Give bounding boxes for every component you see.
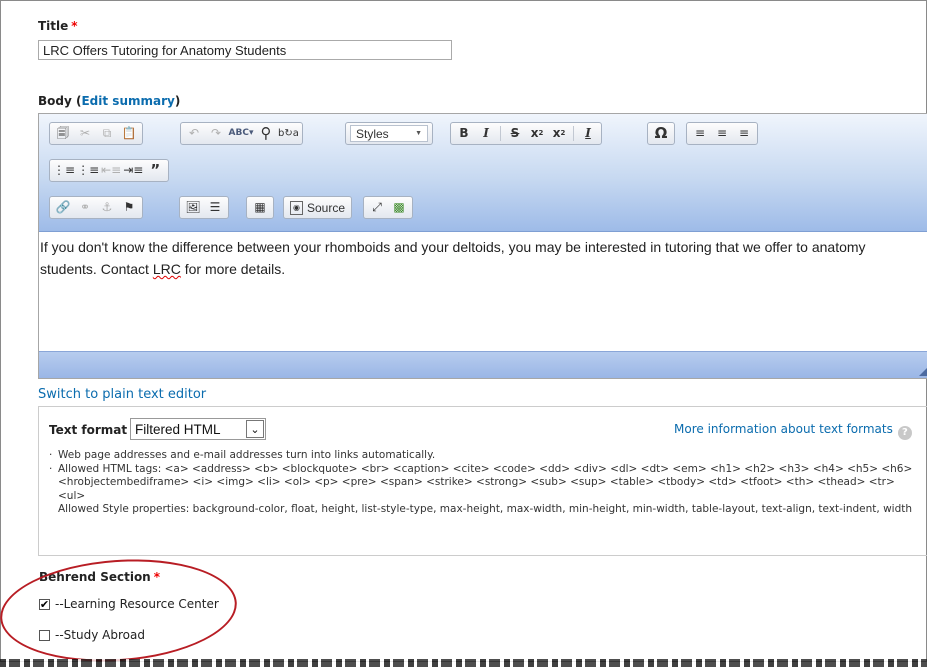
format-tips: Web page addresses and e-mail addresses … [49, 449, 917, 517]
clipboard-group: 🗐 ✂ ⧉ 📋 [49, 122, 143, 145]
source-group: ◉ Source [283, 196, 353, 219]
required-marker: * [71, 19, 78, 33]
spellcheck-icon[interactable]: ABC▾ [228, 124, 254, 143]
paste-icon[interactable]: 🗐 [53, 124, 73, 143]
tip-item: Web page addresses and e-mail addresses … [49, 449, 917, 463]
chevron-down-icon: ⌄ [246, 420, 264, 438]
align-right-icon[interactable]: ≡ [734, 124, 754, 143]
italic-icon[interactable]: I [476, 124, 496, 143]
cut-icon[interactable]: ✂ [75, 124, 95, 143]
body-label: Body (Edit summary) [38, 94, 181, 108]
help-icon[interactable]: ? [897, 426, 912, 440]
copy-icon[interactable]: ⧉ [97, 124, 117, 143]
editor-content[interactable]: If you don't know the difference between… [39, 232, 927, 352]
style-properties-text: Allowed Style properties: background-col… [58, 503, 913, 515]
special-char-group: Ω [647, 122, 675, 145]
source-icon: ◉ [290, 200, 303, 215]
text-format-select[interactable]: Filtered HTML ⌄ [130, 418, 266, 440]
content-line-1: If you don't know the difference between… [40, 239, 866, 255]
editor-toolbar: 🗐 ✂ ⧉ 📋 ↶ ↷ ABC▾ ⚲ b↻a Styles ▼ B I S x2 … [39, 114, 927, 232]
redo-icon[interactable]: ↷ [206, 124, 226, 143]
title-input[interactable] [38, 40, 452, 60]
resize-handle-icon[interactable] [919, 368, 927, 376]
outdent-icon[interactable]: ⇤≡ [101, 161, 121, 180]
text-format-label: Text format [49, 423, 128, 437]
show-blocks-icon[interactable]: ▩ [389, 198, 409, 217]
numbered-list-icon[interactable]: ⋮≡ [77, 161, 99, 180]
remove-format-icon[interactable]: I [578, 124, 598, 143]
editor-status-bar [39, 351, 927, 378]
links-group: 🔗 ⚭ ⚓ ⚑ [49, 196, 143, 219]
styles-group: Styles ▼ [345, 122, 433, 145]
more-info-link[interactable]: More information about text formats [674, 422, 893, 436]
styles-dropdown[interactable]: Styles ▼ [350, 125, 428, 142]
text-format-fieldset: Text format Filtered HTML ⌄ More informa… [38, 406, 927, 556]
superscript-icon[interactable]: x2 [549, 124, 569, 143]
bulleted-list-icon[interactable]: ⋮≡ [53, 161, 75, 180]
indent-icon[interactable]: ⇥≡ [123, 161, 143, 180]
unlink-icon[interactable]: ⚭ [75, 198, 95, 217]
subscript-icon[interactable]: x2 [527, 124, 547, 143]
basic-styles-group: B I S x2 x2 I [450, 122, 602, 145]
more-info-container: More information about text formats? [674, 422, 912, 440]
replace-icon[interactable]: b↻a [278, 124, 299, 143]
insert-group: 🖼 ☰ [179, 196, 229, 219]
maximize-icon[interactable]: ⤢ [367, 198, 387, 217]
misspelled-word[interactable]: LRC [153, 261, 181, 277]
find-icon[interactable]: ⚲ [256, 124, 276, 143]
bold-icon[interactable]: B [454, 124, 474, 143]
history-group: ↶ ↷ ABC▾ ⚲ b↻a [180, 122, 303, 145]
switch-plain-text-link[interactable]: Switch to plain text editor [38, 387, 206, 402]
list-group: ⋮≡ ⋮≡ ⇤≡ ⇥≡ ” [49, 159, 170, 182]
torn-edge-decoration [0, 659, 927, 667]
source-button[interactable]: ◉ Source [286, 198, 349, 217]
anchor-icon[interactable]: ⚓ [97, 198, 117, 217]
content-line-2: students. Contact LRC for more details. [40, 261, 286, 277]
align-group: ≡ ≡ ≡ [686, 122, 758, 145]
table-group: ▦ [246, 196, 274, 219]
paste-text-icon[interactable]: 📋 [119, 124, 139, 143]
special-char-icon[interactable]: Ω [651, 124, 671, 143]
image-icon[interactable]: 🖼 [183, 198, 203, 217]
align-center-icon[interactable]: ≡ [712, 124, 732, 143]
link-icon[interactable]: 🔗 [53, 198, 73, 217]
horizontal-rule-icon[interactable]: ☰ [205, 198, 225, 217]
tools-group: ⤢ ▩ [363, 196, 413, 219]
strikethrough-icon[interactable]: S [505, 124, 525, 143]
flag-icon[interactable]: ⚑ [119, 198, 139, 217]
blockquote-icon[interactable]: ” [145, 161, 165, 180]
table-icon[interactable]: ▦ [250, 198, 270, 217]
edit-summary-link[interactable]: Edit summary [81, 94, 174, 108]
undo-icon[interactable]: ↶ [184, 124, 204, 143]
rich-text-editor: 🗐 ✂ ⧉ 📋 ↶ ↷ ABC▾ ⚲ b↻a Styles ▼ B I S x2 … [38, 113, 927, 379]
tip-item: Allowed HTML tags: <a> <address> <b> <bl… [49, 463, 917, 517]
align-left-icon[interactable]: ≡ [690, 124, 710, 143]
title-label: Title * [38, 19, 78, 33]
